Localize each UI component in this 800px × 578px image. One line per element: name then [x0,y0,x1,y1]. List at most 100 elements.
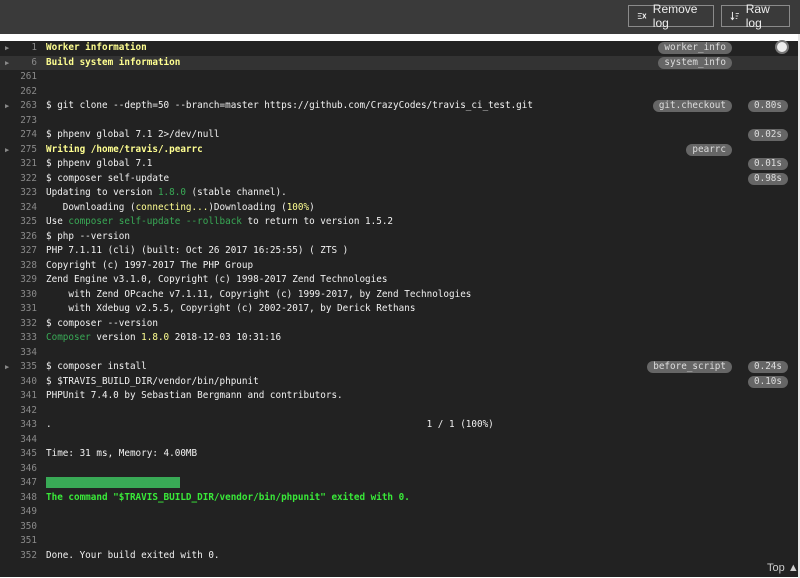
line-number[interactable]: 347 [0,476,37,490]
line-number[interactable]: 343 [0,418,37,432]
line-segment: $ php --version [46,230,130,242]
line-segment: Downloading ( [46,201,136,213]
log-fold-line[interactable]: ▶ 275 Writing /home/travis/.pearrc pearrc [0,143,798,157]
line-number[interactable]: 322 [0,172,37,186]
line-number[interactable]: 341 [0,389,37,403]
line-segment: $ phpenv global 7.1 2>/dev/null [46,129,220,140]
log-line: 322 $ composer self-update 0.98s [0,172,798,186]
log-line: 321 $ phpenv global 7.1 0.01s [0,157,798,171]
line-number[interactable]: 352 [0,549,37,563]
line-number[interactable]: 323 [0,186,37,200]
line-segment: Zend Engine v3.1.0, Copyright (c) 1998-2… [46,274,388,285]
remove-log-button[interactable]: Remove log [628,2,714,30]
line-segment: ) [309,201,315,213]
line-number[interactable]: 274 [0,128,37,142]
line-number[interactable]: 325 [0,215,37,229]
line-number[interactable]: 275 [0,143,37,157]
log-fold-line[interactable]: ▶ 263 $ git clone --depth=50 --branch=mast… [0,99,798,113]
line-number[interactable]: 350 [0,520,37,534]
line-text: . 1 / 1 (100%) [46,418,494,432]
line-number[interactable]: 345 [0,447,37,461]
line-text: Time: 31 ms, Memory: 4.00MB [46,447,197,461]
log-line: 332 $ composer --version [0,317,798,331]
line-segment: (stable channel). [185,187,287,198]
line-text: $ composer install [46,360,147,374]
line-number[interactable]: 6 [0,56,37,70]
line-text: $ phpenv global 7.1 [46,157,152,171]
log-fold-line[interactable]: ▶ 335 $ composer install before_script 0.24s [0,360,798,374]
log-line: 344 [0,433,798,447]
line-number[interactable]: 335 [0,360,37,374]
line-number[interactable]: 261 [0,70,37,84]
fold-label-badge: pearrc [686,143,732,156]
line-number[interactable]: 329 [0,273,37,287]
log-line: 349 [0,505,798,519]
raw-log-button[interactable]: Raw log [721,2,790,30]
line-text: Build system information [46,56,180,70]
line-text: PHP 7.1.11 (cli) (built: Oct 26 2017 16:… [46,244,348,258]
duration-badge: 0.01s [748,158,788,170]
line-number[interactable]: 263 [0,99,37,113]
line-number[interactable]: 328 [0,259,37,273]
duration-badge: 0.02s [748,129,788,141]
line-number[interactable]: 342 [0,404,37,418]
line-number[interactable]: 334 [0,346,37,360]
top-label: Top [767,562,785,574]
line-number[interactable]: 331 [0,302,37,316]
caret-up-icon: ▲ [787,562,799,574]
log-line: 261 [0,70,798,84]
line-segment: . 1 / 1 (100%) [46,419,494,430]
log-fold-line[interactable]: ▶ 6 Build system information system_info [0,55,798,70]
line-segment: $ $TRAVIS_BUILD_DIR/vendor/bin/phpunit [46,375,259,387]
log-line: 333 Composer version 1.8.0 2018-12-03 10:… [0,331,798,345]
log-line: 345 Time: 31 ms, Memory: 4.00MB [0,447,798,461]
line-number[interactable]: 262 [0,85,37,99]
line-number[interactable]: 330 [0,288,37,302]
line-segment: Copyright (c) 1997-2017 The PHP Group [46,259,254,271]
line-number[interactable]: 340 [0,375,37,389]
line-segment: PHP 7.1.11 (cli) (built: Oct 26 2017 16:… [46,245,349,256]
line-number[interactable]: 273 [0,114,37,128]
scroll-to-top-button[interactable]: Top ▲ [767,562,799,574]
log-line: 324 Downloading (connecting...)Downloadi… [0,201,798,215]
line-segment: to return to version 1.5.2 [241,216,394,227]
remove-log-label: Remove log [652,2,698,30]
line-segment: $ composer --version [46,317,158,329]
log-line: 352 Done. Your build exited with 0. [0,549,798,563]
line-text: Writing /home/travis/.pearrc [46,143,203,157]
line-text: $ composer --version [46,317,158,331]
duration-badge: 0.80s [748,100,788,112]
line-segment: $ composer install [46,361,147,372]
log-line: 341 PHPUnit 7.4.0 by Sebastian Bergmann a… [0,389,798,403]
line-text: Worker information [46,41,147,55]
line-segment: )Downloading ( [208,201,287,213]
follow-log-toggle-icon[interactable] [775,40,789,54]
log-line: 325 Use composer self-update --rollback t… [0,215,798,229]
line-number[interactable]: 346 [0,462,37,476]
line-text: Composer version 1.8.0 2018-12-03 10:31:… [46,331,281,345]
line-number[interactable]: 324 [0,201,37,215]
log-line: 351 [0,534,798,548]
line-text: $ git clone --depth=50 --branch=master h… [46,99,533,113]
line-segment: OK (1 test, 1 assertion) [46,477,181,488]
log-fold-line[interactable]: ▶ 1 Worker information worker_info [0,41,798,55]
line-number[interactable]: 327 [0,244,37,258]
line-segment: Writing /home/travis/.pearrc [46,143,203,155]
line-number[interactable]: 326 [0,230,37,244]
line-number[interactable]: 1 [0,41,37,55]
log-line: 340 $ $TRAVIS_BUILD_DIR/vendor/bin/phpuni… [0,375,798,389]
line-number[interactable]: 348 [0,491,37,505]
line-number[interactable]: 344 [0,433,37,447]
line-number[interactable]: 321 [0,157,37,171]
line-number[interactable]: 333 [0,331,37,345]
line-segment: with Zend OPcache v7.1.11, Copyright (c)… [46,288,472,300]
line-segment: The command "$TRAVIS_BUILD_DIR/vendor/bi… [46,491,410,503]
line-number[interactable]: 349 [0,505,37,519]
line-number[interactable]: 332 [0,317,37,331]
line-segment: 1.8.0 [157,187,186,198]
log-toolbar: Remove log Raw log [0,0,800,34]
log-line: 331 with Xdebug v2.5.5, Copyright (c) 20… [0,302,798,316]
line-text: $ composer self-update [46,172,169,186]
line-segment: 100% [286,201,310,213]
line-number[interactable]: 351 [0,534,37,548]
